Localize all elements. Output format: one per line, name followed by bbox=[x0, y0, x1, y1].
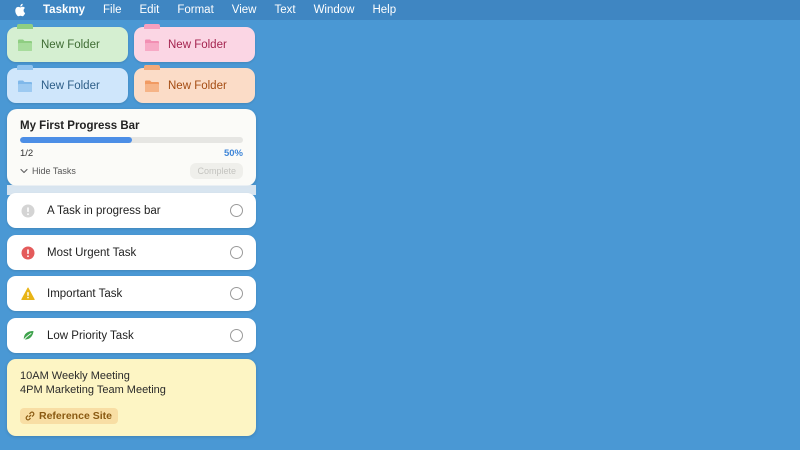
reference-link[interactable]: Reference Site bbox=[20, 408, 118, 424]
note-line: 4PM Marketing Team Meeting bbox=[20, 384, 166, 396]
task-label: Important Task bbox=[47, 287, 123, 300]
folder-icon bbox=[145, 80, 159, 92]
task-label: Low Priority Task bbox=[47, 329, 134, 342]
note-card[interactable]: 10AM Weekly Meeting 4PM Marketing Team M… bbox=[7, 359, 256, 436]
hide-tasks-label: Hide Tasks bbox=[32, 166, 76, 176]
folder-tab bbox=[144, 24, 160, 29]
task-card[interactable]: A Task in progress bar bbox=[7, 193, 256, 228]
task-card[interactable]: Important Task bbox=[7, 276, 256, 311]
progress-track bbox=[20, 137, 243, 143]
complete-button[interactable]: Complete bbox=[190, 163, 243, 179]
task-checkbox[interactable] bbox=[230, 329, 243, 342]
folder-orange[interactable]: New Folder bbox=[134, 65, 255, 103]
menu-help[interactable]: Help bbox=[372, 4, 396, 16]
note-line: 10AM Weekly Meeting bbox=[20, 370, 130, 382]
task-checkbox[interactable] bbox=[230, 204, 243, 217]
folder-icon bbox=[18, 39, 32, 51]
task-card[interactable]: Most Urgent Task bbox=[7, 235, 256, 270]
progress-title: My First Progress Bar bbox=[20, 120, 140, 132]
menu-format[interactable]: Format bbox=[177, 4, 213, 16]
menu-window[interactable]: Window bbox=[314, 4, 355, 16]
folder-label: New Folder bbox=[168, 79, 227, 92]
task-label: Most Urgent Task bbox=[47, 246, 137, 259]
menu-view[interactable]: View bbox=[232, 4, 257, 16]
apple-icon[interactable] bbox=[14, 3, 28, 17]
hide-tasks-toggle[interactable]: Hide Tasks bbox=[20, 166, 76, 176]
folder-pink[interactable]: New Folder bbox=[134, 24, 255, 62]
progress-percent: 50% bbox=[223, 148, 243, 159]
exclamation-gray-icon bbox=[21, 204, 35, 217]
menu-edit[interactable]: Edit bbox=[140, 4, 160, 16]
progress-count: 1/2 bbox=[20, 148, 34, 159]
folder-blue[interactable]: New Folder bbox=[7, 65, 128, 103]
menu-file[interactable]: File bbox=[103, 4, 122, 16]
chevron-down-icon bbox=[20, 168, 28, 174]
folder-label: New Folder bbox=[41, 79, 100, 92]
reference-link-label: Reference Site bbox=[39, 410, 112, 422]
menu-app-name[interactable]: Taskmy bbox=[43, 4, 85, 16]
task-checkbox[interactable] bbox=[230, 287, 243, 300]
folder-label: New Folder bbox=[168, 38, 227, 51]
menu-text[interactable]: Text bbox=[274, 4, 295, 16]
progress-fill bbox=[20, 137, 132, 143]
warning-triangle-icon bbox=[21, 287, 35, 300]
folder-label: New Folder bbox=[41, 38, 100, 51]
task-label: A Task in progress bar bbox=[47, 204, 161, 217]
menu-bar: Taskmy File Edit Format View Text Window… bbox=[0, 0, 800, 20]
leaf-icon bbox=[22, 330, 34, 342]
folder-green[interactable]: New Folder bbox=[7, 24, 128, 62]
progress-card[interactable]: My First Progress Bar 1/2 50% Hide Tasks… bbox=[7, 109, 256, 186]
folder-icon bbox=[145, 39, 159, 51]
task-checkbox[interactable] bbox=[230, 246, 243, 259]
folder-icon bbox=[18, 80, 32, 92]
folder-tab bbox=[144, 65, 160, 70]
folder-tab bbox=[17, 65, 33, 70]
exclamation-red-icon bbox=[21, 246, 35, 259]
folder-tab bbox=[17, 24, 33, 29]
link-icon bbox=[25, 411, 35, 421]
task-card[interactable]: Low Priority Task bbox=[7, 318, 256, 353]
